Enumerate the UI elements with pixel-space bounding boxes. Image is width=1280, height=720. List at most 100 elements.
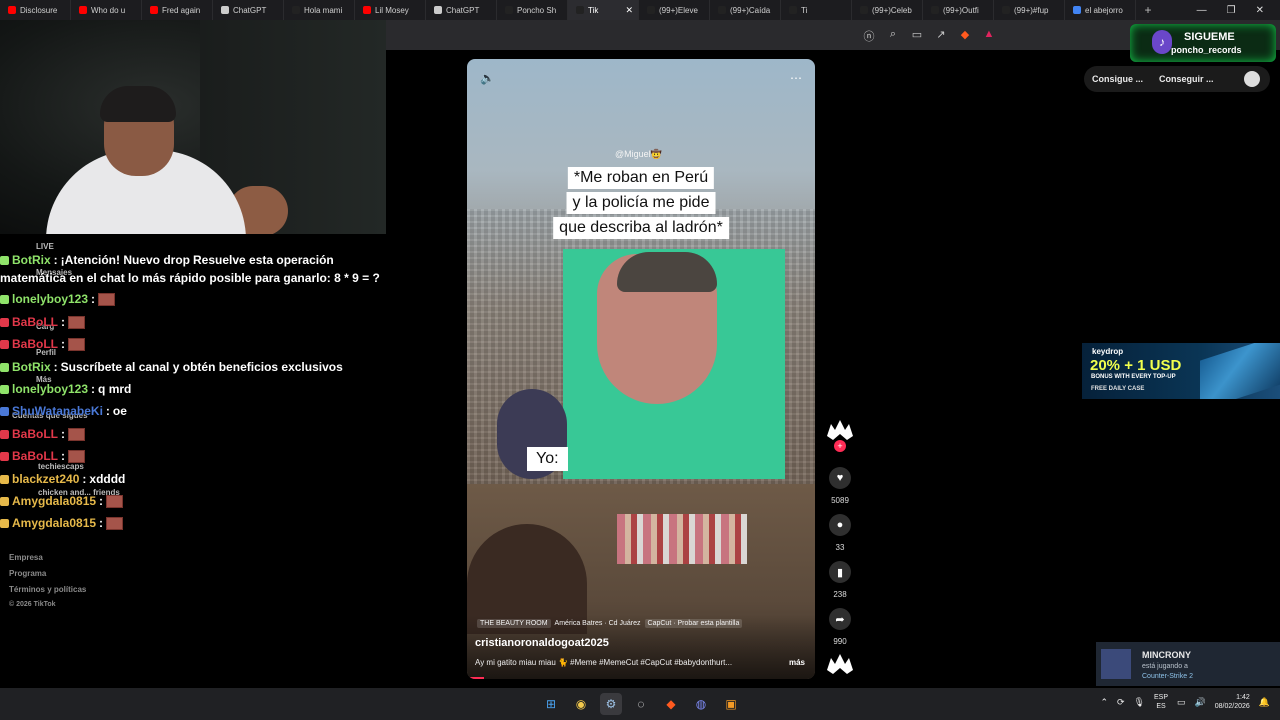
chat-username[interactable]: BotRix — [12, 253, 51, 267]
steam-notification[interactable]: MINCRONY está jugando a Counter-Strike 2 — [1096, 642, 1280, 686]
stream-chat: LIVE Mensajes Carg Perfil Más Cuentas que sig… — [0, 234, 386, 554]
close-tab-icon[interactable]: ✕ — [625, 5, 633, 16]
share-icon[interactable]: ↗ — [934, 28, 948, 44]
new-tab-button[interactable]: + — [1136, 3, 1160, 17]
keydrop-ad-banner[interactable]: keydrop 20% + 1 USD BONUS WITH EVERY TOP… — [1082, 343, 1280, 399]
browser-tab[interactable]: Fred again — [142, 0, 213, 20]
browser-tab[interactable]: (99+)#fup — [994, 0, 1065, 20]
footer-link-program[interactable]: Programa — [9, 569, 46, 578]
volume-tray-icon[interactable]: 🔊 — [1195, 697, 1206, 708]
cast-icon[interactable]: ▭ — [910, 28, 924, 44]
sound-disc-icon[interactable] — [825, 652, 855, 678]
no-sound-icon[interactable]: ⓝ — [862, 28, 876, 44]
user-badge-icon — [0, 339, 9, 349]
chat-username[interactable]: BaBoLL — [12, 315, 58, 329]
brave-icon[interactable]: ◆ — [660, 693, 682, 715]
browser-tab[interactable]: (99+)Outfi — [923, 0, 994, 20]
get-app-button[interactable]: Conseguir ... — [1151, 74, 1222, 84]
brave-shield-icon[interactable]: ◆ — [958, 28, 972, 44]
mic-icon[interactable]: 🎙 — [1134, 697, 1145, 708]
chat-username[interactable]: BaBoLL — [12, 427, 58, 441]
chat-username[interactable]: Amygdala0815 — [12, 516, 96, 530]
windows-start-icon[interactable]: ⊞ — [540, 693, 562, 715]
video-player[interactable]: 🔈 ⋯ @Miguel🤠 *Me roban en Perú y la poli… — [467, 59, 815, 679]
brave-rewards-icon[interactable]: ▲ — [982, 28, 996, 44]
browser-tab[interactable]: (99+)Celeb — [852, 0, 923, 20]
chat-message: BaBoLL: — [0, 449, 85, 463]
video-meta-row: THE BEAUTY ROOM América Batres · Cd Juár… — [477, 619, 743, 628]
chat-username[interactable]: Amygdala0815 — [12, 494, 96, 508]
browser-tab[interactable]: Poncho Sh — [497, 0, 568, 20]
discord-icon[interactable]: ◍ — [690, 693, 712, 715]
browser-tab[interactable]: el abejorro — [1065, 0, 1136, 20]
share-arrow-icon[interactable]: ➦ — [829, 608, 851, 630]
meta-location[interactable]: América Batres · Cd Juárez — [555, 620, 641, 627]
volume-icon[interactable]: 🔈 — [480, 71, 495, 85]
network-icon[interactable]: ▭ — [1177, 697, 1186, 708]
chat-username[interactable]: ShuWatanabeKi — [12, 404, 103, 418]
ad-daily: FREE DAILY CASE — [1091, 386, 1145, 392]
follow-title: SIGUEME — [1184, 31, 1235, 43]
more-button[interactable]: más — [789, 658, 805, 667]
browser-tab[interactable]: Hola mami — [284, 0, 355, 20]
like-icon[interactable]: ♥ — [829, 467, 851, 489]
chat-username[interactable]: lonelyboy123 — [12, 382, 88, 396]
app-icon[interactable]: ▣ — [720, 693, 742, 715]
ad-subline: BONUS WITH EVERY TOP-UP — [1091, 374, 1176, 380]
friend-game: Counter-Strike 2 — [1142, 673, 1193, 680]
close-window-icon[interactable]: ✕ — [1256, 5, 1264, 16]
chat-username[interactable]: BaBoLL — [12, 337, 58, 351]
meta-effect[interactable]: THE BEAUTY ROOM — [477, 619, 551, 628]
tab-label: Poncho Sh — [517, 5, 557, 15]
browser-tab[interactable]: (99+)Eleve — [639, 0, 710, 20]
user-badge-icon — [0, 384, 9, 394]
tab-label: Hola mami — [304, 5, 343, 15]
restore-icon[interactable]: ❐ — [1227, 5, 1236, 16]
chat-message: BaBoLL: — [0, 427, 85, 441]
meta-capcut[interactable]: CapCut · Probar esta plantilla — [644, 619, 743, 628]
notifications-icon[interactable]: 🔔 — [1259, 697, 1270, 708]
comment-icon[interactable]: ● — [829, 514, 851, 536]
chat-username[interactable]: BaBoLL — [12, 449, 58, 463]
browser-tab[interactable]: Tik ✕ — [568, 0, 639, 20]
browser-tab[interactable]: Disclosure — [0, 0, 71, 20]
chat-separator: : — [61, 427, 65, 441]
browser-tab[interactable]: ChatGPT — [426, 0, 497, 20]
screen: Disclosure Who do u Fred again ChatGPT Hola … — [0, 0, 1280, 720]
zoom-icon[interactable]: ⌕ — [886, 28, 900, 44]
footer-link-terms[interactable]: Términos y políticas — [9, 585, 86, 594]
follow-plus-icon[interactable]: + — [834, 440, 846, 452]
bookmark-icon[interactable]: ▮ — [829, 561, 851, 583]
browser-tab[interactable]: Ti — [781, 0, 852, 20]
profile-avatar[interactable] — [1244, 71, 1260, 87]
more-options-icon[interactable]: ⋯ — [790, 71, 802, 85]
video-username[interactable]: cristianoronaldogoat2025 — [475, 637, 609, 649]
tray-chevron-icon[interactable]: ⌃ — [1100, 697, 1108, 708]
settings-icon[interactable]: ◌ — [630, 693, 652, 715]
video-progress-bar[interactable] — [467, 677, 485, 679]
browser-tab[interactable]: ChatGPT — [213, 0, 284, 20]
browser-tab[interactable]: Lil Mosey — [355, 0, 426, 20]
chrome-icon[interactable]: ◉ — [570, 693, 592, 715]
steam-icon[interactable]: ⚙ — [600, 693, 622, 715]
chat-text: q mrd — [98, 382, 132, 396]
tab-label: (99+)Outfi — [943, 5, 979, 15]
chat-username[interactable]: lonelyboy123 — [12, 292, 88, 306]
chat-username[interactable]: blackzet240 — [12, 472, 79, 486]
language-indicator[interactable]: ESP ES — [1154, 693, 1168, 711]
chat-username[interactable]: BotRix — [12, 360, 51, 374]
user-badge-icon — [0, 362, 9, 372]
get-coins-button[interactable]: Consigue ... — [1084, 74, 1151, 84]
sidebar-ghost-label: LIVE — [36, 242, 54, 251]
sync-icon[interactable]: ⟳ — [1117, 697, 1125, 708]
clock[interactable]: 1:42 08/02/2026 — [1215, 693, 1250, 711]
user-badge-icon — [0, 294, 9, 304]
user-badge-icon — [0, 451, 9, 461]
chat-separator: : — [91, 292, 96, 306]
browser-tab[interactable]: (99+)Caída — [710, 0, 781, 20]
minimize-icon[interactable]: — — [1197, 5, 1207, 16]
tab-label: Who do u — [91, 5, 126, 15]
tab-favicon-icon — [647, 6, 655, 14]
footer-link-company[interactable]: Empresa — [9, 553, 43, 562]
browser-tab[interactable]: Who do u — [71, 0, 142, 20]
